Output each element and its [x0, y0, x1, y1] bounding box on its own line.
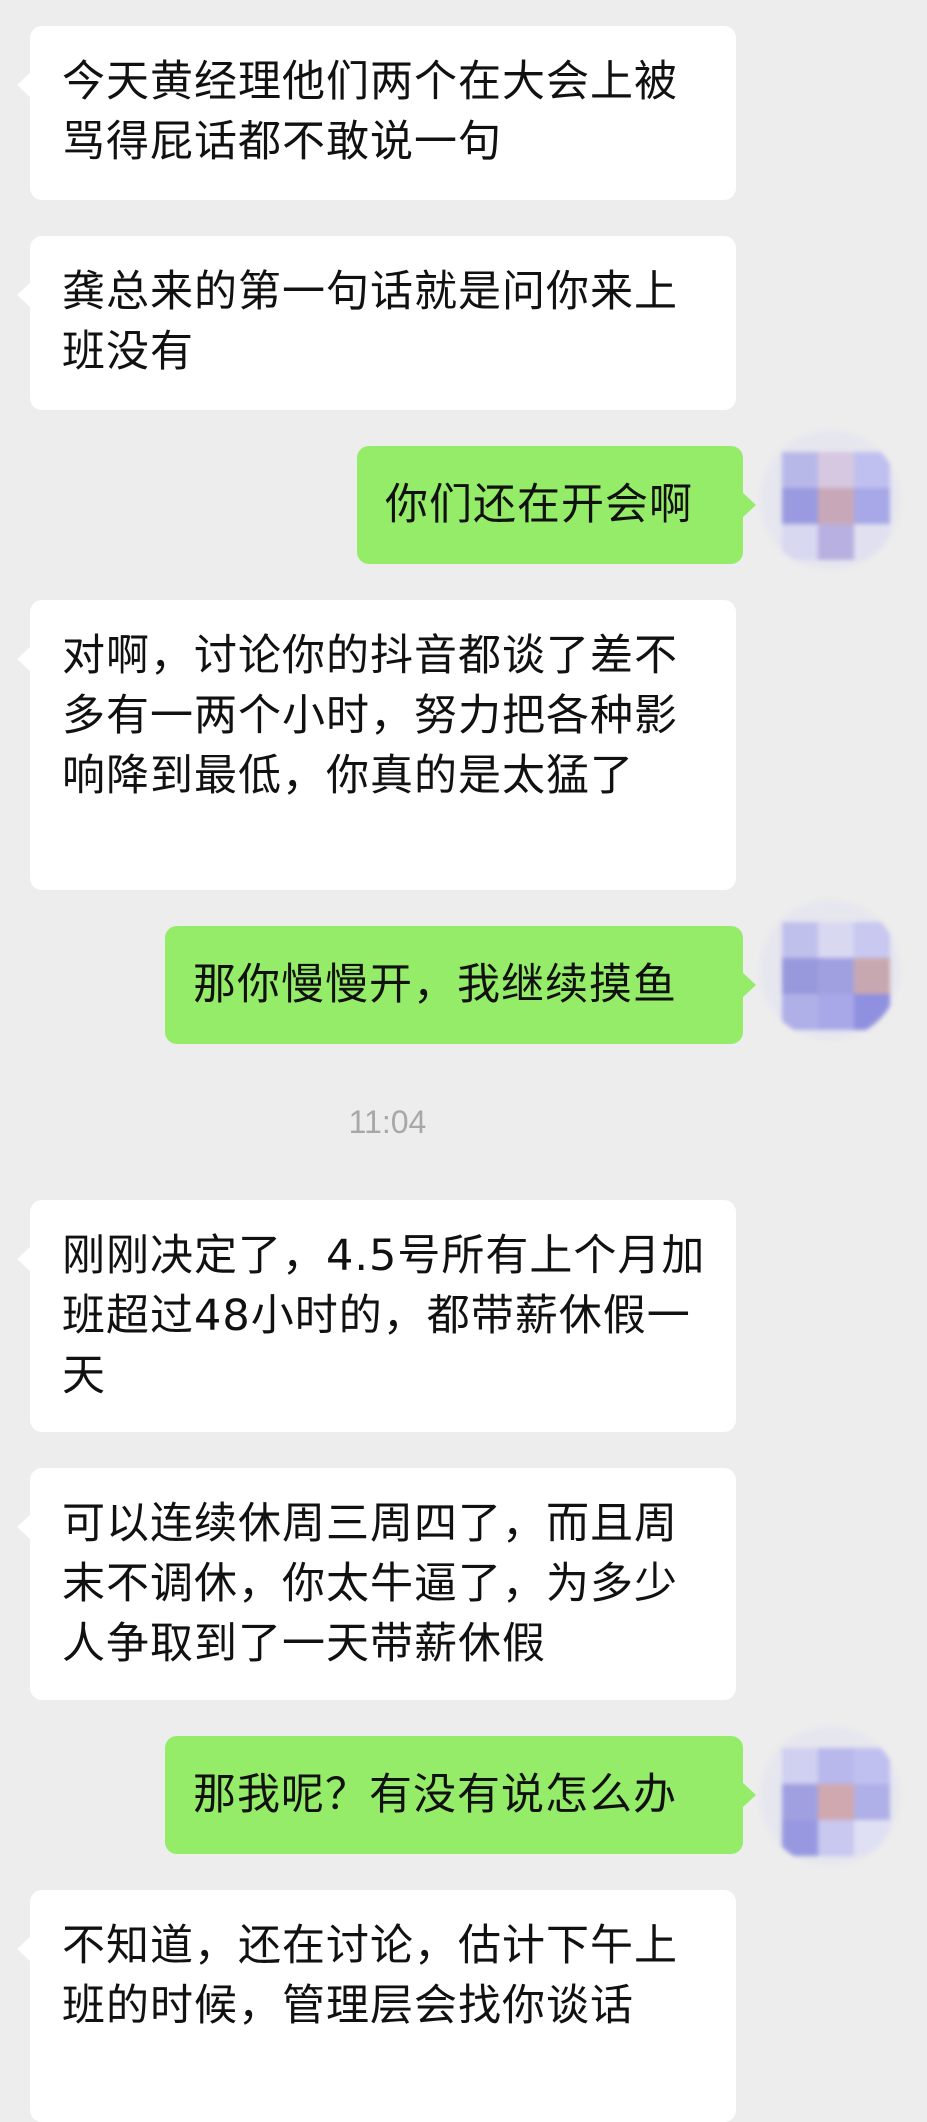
bubble-tail: [17, 646, 31, 672]
message-text: 你们还在开会啊: [385, 480, 693, 530]
message-timestamp: 11:04: [348, 1104, 427, 1140]
bubble-tail: [17, 72, 31, 98]
bubble-tail: [742, 492, 756, 518]
message-text: 今天黄经理他们两个在大会上被骂得屁话都不敢说一句: [62, 57, 678, 167]
outgoing-message-bubble[interactable]: 你们还在开会啊: [357, 446, 756, 564]
incoming-message-bubble[interactable]: 刚刚决定了，4.5号所有上个月加班超过48小时的，都带薪休假一天: [17, 1200, 736, 1432]
incoming-message-bubble[interactable]: 不知道，还在讨论，估计下午上班的时候，管理层会找你谈话: [17, 1890, 736, 2122]
message-text: 不知道，还在讨论，估计下午上班的时候，管理层会找你谈话: [62, 1921, 678, 2031]
bubble-tail: [17, 1936, 31, 1962]
incoming-message-bubble[interactable]: 龚总来的第一句话就是问你来上班没有: [17, 236, 736, 410]
incoming-message-bubble[interactable]: 今天黄经理他们两个在大会上被骂得屁话都不敢说一句: [17, 26, 736, 200]
user-avatar[interactable]: [760, 1726, 900, 1866]
message-text: 那你慢慢开，我继续摸鱼: [193, 960, 677, 1010]
message-text: 对啊，讨论你的抖音都谈了差不多有一两个小时，努力把各种影响降到最低，你真的是太猛…: [62, 631, 678, 801]
bubble-tail: [17, 282, 31, 308]
bubble-tail: [742, 972, 756, 998]
incoming-message-bubble[interactable]: 可以连续休周三周四了，而且周末不调休，你太牛逼了，为多少人争取到了一天带薪休假: [17, 1468, 736, 1700]
outgoing-message-bubble[interactable]: 那我呢？有没有说怎么办: [165, 1736, 756, 1854]
bubble-tail: [742, 1782, 756, 1808]
chat-view[interactable]: 今天黄经理他们两个在大会上被骂得屁话都不敢说一句 龚总来的第一句话就是问你来上班…: [0, 0, 927, 2122]
user-avatar[interactable]: [760, 900, 900, 1040]
message-text: 那我呢？有没有说怎么办: [193, 1770, 677, 1820]
bubble-tail: [17, 1514, 31, 1540]
outgoing-message-bubble[interactable]: 那你慢慢开，我继续摸鱼: [165, 926, 756, 1044]
incoming-message-bubble[interactable]: 对啊，讨论你的抖音都谈了差不多有一两个小时，努力把各种影响降到最低，你真的是太猛…: [17, 600, 736, 890]
message-text: 可以连续休周三周四了，而且周末不调休，你太牛逼了，为多少人争取到了一天带薪休假: [62, 1499, 678, 1669]
message-text: 龚总来的第一句话就是问你来上班没有: [62, 267, 678, 377]
message-text: 刚刚决定了，4.5号所有上个月加班超过48小时的，都带薪休假一天: [62, 1231, 706, 1401]
user-avatar[interactable]: [760, 430, 900, 570]
bubble-tail: [17, 1246, 31, 1272]
